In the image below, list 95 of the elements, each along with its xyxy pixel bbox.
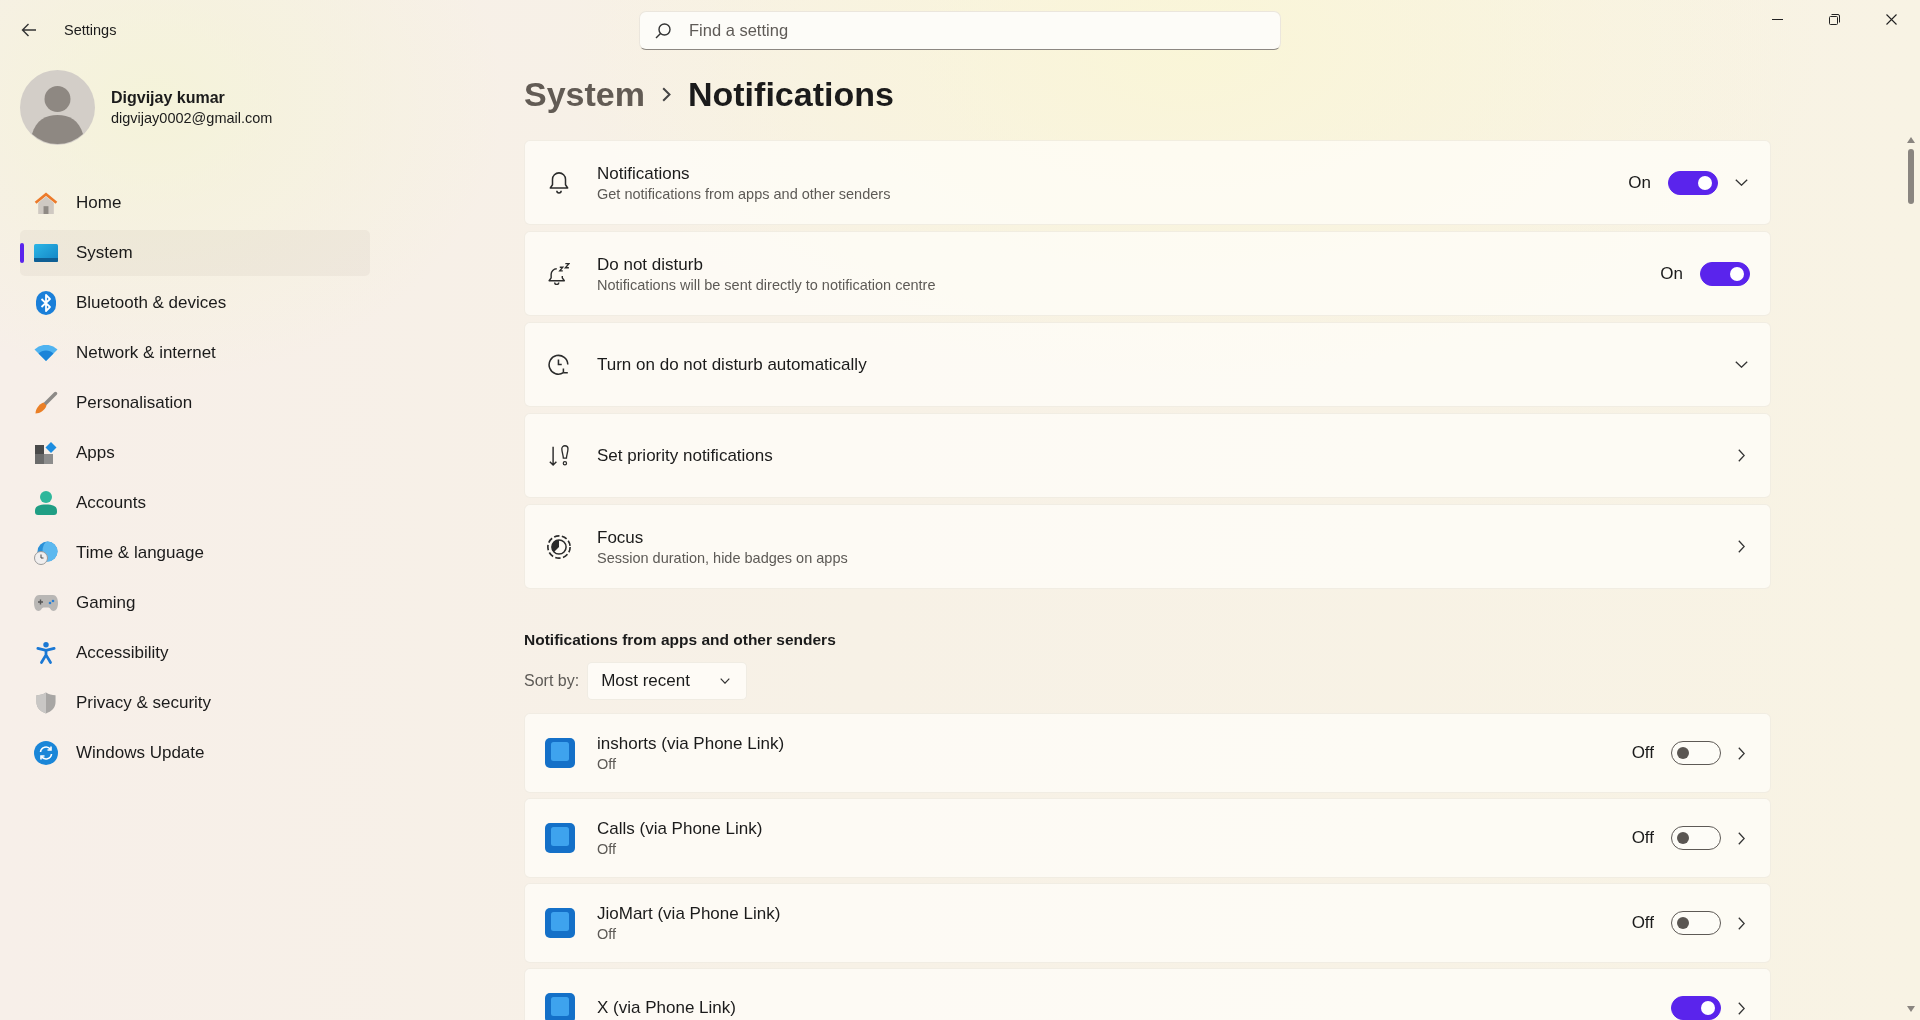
- caret-icon: [720, 678, 731, 684]
- toggle-state-label: On: [1628, 172, 1651, 193]
- shield-icon: [36, 692, 56, 714]
- back-icon: [21, 23, 37, 37]
- toggle-switch[interactable]: [1671, 911, 1721, 935]
- app-name: JioMart (via Phone Link): [597, 903, 782, 925]
- chevron-right-icon: [1738, 916, 1745, 930]
- app-name: inshorts (via Phone Link): [597, 733, 786, 755]
- setting-title: Do not disturb: [597, 253, 704, 276]
- chevron-down-icon[interactable]: [1735, 361, 1748, 368]
- sidebar-item[interactable]: Privacy & security: [20, 680, 370, 726]
- sidebar-item[interactable]: Windows Update: [20, 730, 370, 776]
- chevron-right-icon: [1738, 540, 1745, 553]
- toggle-state-label: Off: [1631, 743, 1654, 763]
- app-status: Off: [597, 755, 618, 773]
- person-icon: [35, 491, 57, 515]
- toggle-state-label: Off: [1631, 828, 1654, 848]
- sort-label: Sort by:: [524, 672, 580, 690]
- search-field[interactable]: Find a setting: [639, 10, 1281, 50]
- bell-icon: [549, 171, 569, 194]
- app-tile-icon: [545, 908, 575, 938]
- toggle-state-label: On: [1660, 263, 1683, 284]
- restore-icon: [1829, 13, 1840, 25]
- page-title: Notifications: [687, 74, 894, 114]
- toggle-switch[interactable]: [1671, 741, 1721, 765]
- app-card[interactable]: JioMart (via Phone Link) Off Off: [524, 883, 1771, 963]
- house-icon: [34, 192, 58, 214]
- app-card[interactable]: inshorts (via Phone Link) Off Off: [524, 713, 1771, 793]
- bluetooth-icon: [36, 291, 56, 315]
- apps-grid-icon: [34, 441, 58, 465]
- paintbrush-icon: [34, 391, 58, 415]
- sidebar-item[interactable]: Network & internet: [20, 330, 370, 376]
- chevron-right-icon: [661, 86, 671, 102]
- toggle-switch[interactable]: [1671, 826, 1721, 850]
- sidebar-item[interactable]: Gaming: [20, 580, 370, 626]
- app-status: Off: [597, 840, 618, 858]
- app-tile-icon: [545, 738, 575, 768]
- toggle-switch[interactable]: [1700, 261, 1750, 286]
- toggle-switch[interactable]: [1671, 996, 1721, 1020]
- breadcrumb-link[interactable]: System: [524, 74, 645, 114]
- setting-card[interactable]: Focus Session duration, hide badges on apps: [524, 504, 1771, 589]
- globe-clock-icon: [34, 541, 58, 565]
- chevron-down-icon[interactable]: [1735, 179, 1748, 186]
- arrow-exclamation-icon: [549, 443, 569, 468]
- toggle-state-label: Off: [1631, 913, 1654, 933]
- sidebar-item[interactable]: System: [20, 230, 370, 276]
- account-name: Digvijay kumar: [111, 89, 226, 107]
- setting-title: Turn on do not disturb automatically: [597, 353, 868, 376]
- account-email: digvijay0002@gmail.com: [111, 110, 273, 126]
- toggle-switch[interactable]: [1668, 170, 1718, 195]
- gamepad-icon: [34, 595, 58, 611]
- setting-description: Session duration, hide badges on apps: [597, 548, 849, 567]
- sidebar-item[interactable]: Home: [20, 180, 370, 226]
- sidebar-item[interactable]: Accessibility: [20, 630, 370, 676]
- sidebar-item[interactable]: Apps: [20, 430, 370, 476]
- accessibility-person-icon: [36, 641, 56, 665]
- scrollbar-thumb[interactable]: [1908, 149, 1914, 204]
- app-tile-icon: [545, 993, 575, 1020]
- bell-snooze-icon: [548, 262, 570, 285]
- scroll-up-arrow-icon[interactable]: [1907, 137, 1915, 143]
- sidebar-item[interactable]: Time & language: [20, 530, 370, 576]
- app-card[interactable]: Calls (via Phone Link) Off Off: [524, 798, 1771, 878]
- wifi-icon: [34, 345, 58, 361]
- scroll-down-arrow-icon[interactable]: [1907, 1006, 1915, 1012]
- setting-card[interactable]: Notifications Get notifications from apps and other senders On: [524, 140, 1771, 225]
- selection-indicator-icon: [20, 243, 24, 263]
- app-tile-icon: [545, 823, 575, 853]
- focus-ring-icon: [547, 534, 571, 559]
- sidebar-item[interactable]: Bluetooth & devices: [20, 280, 370, 326]
- sync-arrows-icon: [34, 741, 58, 765]
- chevron-right-icon: [1738, 746, 1745, 760]
- setting-title: Notifications: [597, 162, 691, 185]
- app-name: Calls (via Phone Link): [597, 818, 764, 840]
- close-icon: [1886, 13, 1897, 25]
- sidebar-item[interactable]: Personalisation: [20, 380, 370, 426]
- setting-title: Focus: [597, 526, 645, 549]
- chevron-right-icon: [1738, 449, 1745, 462]
- window-title: Settings: [64, 22, 117, 38]
- chevron-right-icon: [1738, 831, 1745, 845]
- sort-dropdown[interactable]: Most recent: [587, 662, 748, 700]
- chevron-right-icon: [1738, 1001, 1745, 1015]
- app-name: X (via Phone Link): [597, 997, 737, 1019]
- search-icon: [655, 22, 671, 39]
- setting-card[interactable]: Turn on do not disturb automatically: [524, 322, 1771, 407]
- section-heading: Notifications from apps and other senders: [524, 630, 837, 650]
- monitor-icon: [34, 244, 58, 262]
- setting-description: Get notifications from apps and other senders: [597, 184, 892, 203]
- clock-arrow-icon: [548, 353, 570, 376]
- setting-card[interactable]: Set priority notifications: [524, 413, 1771, 498]
- app-status: Off: [597, 925, 618, 943]
- sidebar-item[interactable]: Accounts: [20, 480, 370, 526]
- app-card[interactable]: X (via Phone Link): [524, 968, 1771, 1020]
- minimize-icon: [1772, 18, 1783, 20]
- setting-title: Set priority notifications: [597, 444, 774, 467]
- setting-description: Notifications will be sent directly to notification centre: [597, 275, 937, 294]
